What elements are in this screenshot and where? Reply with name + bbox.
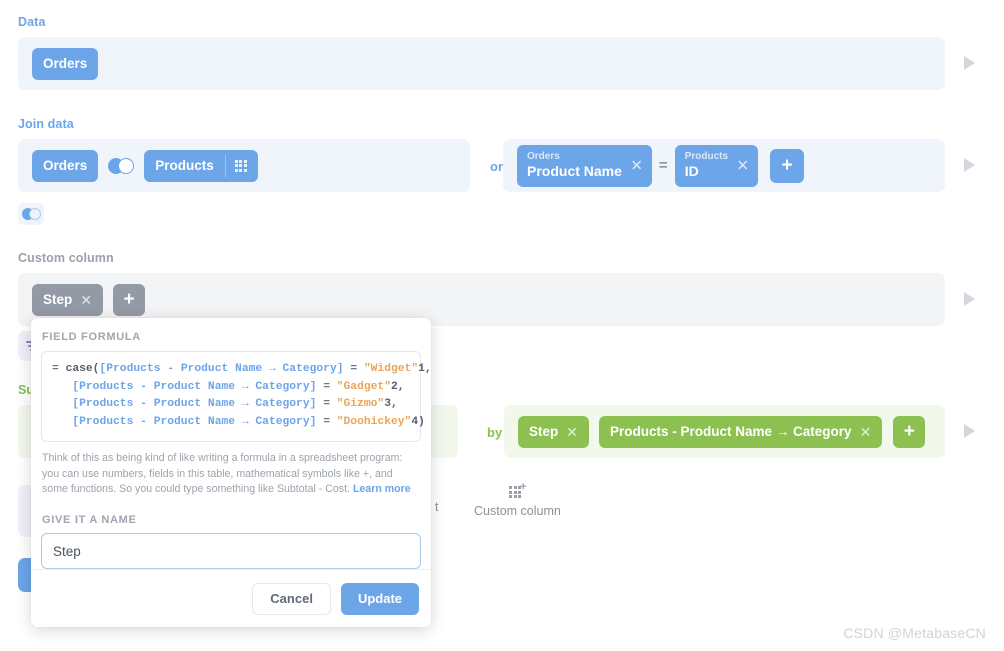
join-left-table-chip[interactable]: Orders (32, 149, 99, 182)
data-step-preview-play-icon[interactable] (964, 56, 975, 70)
join-left-field-chip[interactable]: Orders Product Name ✕ (517, 144, 652, 187)
add-custom-column-button[interactable]: + (113, 283, 145, 316)
popover-footer: Cancel Update (31, 569, 431, 627)
formula-number: 2, (390, 380, 405, 393)
join-condition-box: Orders Product Name ✕ = Products ID ✕ + (503, 139, 945, 192)
chip-divider (224, 154, 226, 177)
join-right-field-chip[interactable]: Products ID ✕ (674, 144, 759, 187)
add-custom-column-action-button[interactable]: + Custom column (474, 482, 561, 519)
add-breakout-button[interactable]: + (893, 415, 926, 448)
join-left-field-table: Orders (527, 151, 560, 163)
formula-number: 4) (411, 415, 425, 428)
data-table-chip-label: Orders (43, 56, 88, 71)
venn-join-icon[interactable] (108, 157, 135, 174)
query-builder-notebook: Data Orders Join data Orders Products on… (0, 0, 1004, 651)
add-join-condition-button[interactable]: + (770, 148, 805, 183)
formula-operator: = (350, 363, 358, 375)
join-left-field-name: Product Name (527, 162, 622, 179)
custom-column-name-input[interactable]: Step (41, 533, 421, 570)
add-custom-column-action-label: Custom column (474, 504, 561, 518)
join-right-table-label: Products (155, 158, 214, 173)
formula-string-literal: "Widget" (363, 363, 419, 375)
breakout-chip-label: Step (529, 424, 559, 439)
formula-string-literal: "Doohickey" (336, 415, 412, 428)
formula-operator: = (323, 415, 330, 428)
custom-column-editor-popover: FIELD FORMULA = case([Products - Product… (31, 318, 432, 627)
formula-number: 1, (418, 363, 432, 375)
custom-column-step-preview-play-icon[interactable] (964, 292, 975, 306)
data-step-label: Data (18, 15, 46, 29)
watermark: CSDN @MetabaseCN (843, 625, 986, 641)
join-type-toggle-button[interactable] (18, 203, 44, 225)
close-icon[interactable]: ✕ (860, 425, 872, 439)
close-icon[interactable]: ✕ (630, 158, 643, 173)
join-right-field-name: ID (684, 162, 699, 179)
summarize-step-preview-play-icon[interactable] (964, 424, 975, 438)
formula-string-literal: "Gizmo" (336, 398, 385, 410)
formula-help-body: Think of this as being kind of like writ… (42, 452, 403, 496)
data-table-chip[interactable]: Orders (32, 47, 99, 80)
custom-column-name-value: Step (53, 543, 81, 559)
venn-toggle-icon (21, 208, 41, 220)
breakout-chip[interactable]: Products - Product Name → Category ✕ (599, 415, 883, 448)
close-icon[interactable]: ✕ (566, 425, 578, 439)
formula-editor[interactable]: = case([Products - Product Name → Catego… (41, 351, 432, 442)
breakout-chip-label: Products - Product Name → Category (610, 424, 852, 439)
grid-plus-icon: + (509, 482, 526, 498)
formula-operator: = (323, 380, 330, 393)
join-tables-box: Orders Products (18, 139, 470, 192)
formula-prefix: = (52, 363, 59, 375)
close-icon[interactable]: ✕ (80, 293, 92, 307)
name-field-label: GIVE IT A NAME (42, 514, 137, 527)
formula-number: 3, (384, 398, 398, 410)
formula-operator: = (323, 398, 330, 410)
join-right-table-chip[interactable]: Products (144, 149, 258, 182)
formula-field-ref: [Products - Product Name → Category] (72, 380, 317, 393)
plus-icon: + (903, 421, 915, 442)
join-operator: = (658, 157, 668, 174)
formula-string-literal: "Gadget" (336, 380, 391, 393)
summarize-breakout-box: Step ✕ Products - Product Name → Categor… (504, 405, 945, 458)
custom-column-chip-label: Step (43, 292, 73, 307)
formula-field-ref: [Products - Product Name → Category] (99, 363, 344, 375)
formula-help-text: Think of this as being kind of like writ… (42, 451, 420, 498)
formula-text: = case([Products - Product Name → Catego… (52, 361, 432, 431)
formula-field-ref: [Products - Product Name → Category] (72, 398, 317, 410)
close-icon[interactable]: ✕ (736, 158, 749, 173)
formula-field-ref: [Products - Product Name → Category] (72, 415, 317, 428)
join-step-preview-play-icon[interactable] (964, 158, 975, 172)
plus-icon: + (123, 289, 135, 310)
join-step-label: Join data (18, 117, 74, 131)
update-button[interactable]: Update (340, 582, 419, 615)
field-formula-heading: FIELD FORMULA (42, 331, 141, 343)
join-right-field-table: Products (684, 151, 729, 163)
table-grid-icon[interactable] (234, 159, 247, 172)
summarize-by-label: by (487, 425, 503, 440)
join-left-table-label: Orders (43, 158, 88, 173)
custom-column-step-label: Custom column (18, 251, 114, 265)
breakout-chip[interactable]: Step ✕ (518, 415, 589, 448)
formula-function: case( (65, 363, 100, 375)
truncated-action-label: t (435, 500, 439, 514)
data-step-box: Orders (18, 37, 945, 90)
learn-more-link[interactable]: Learn more (353, 483, 411, 495)
cancel-button[interactable]: Cancel (252, 582, 331, 615)
plus-icon: + (781, 155, 793, 176)
custom-column-chip[interactable]: Step ✕ (32, 283, 103, 316)
